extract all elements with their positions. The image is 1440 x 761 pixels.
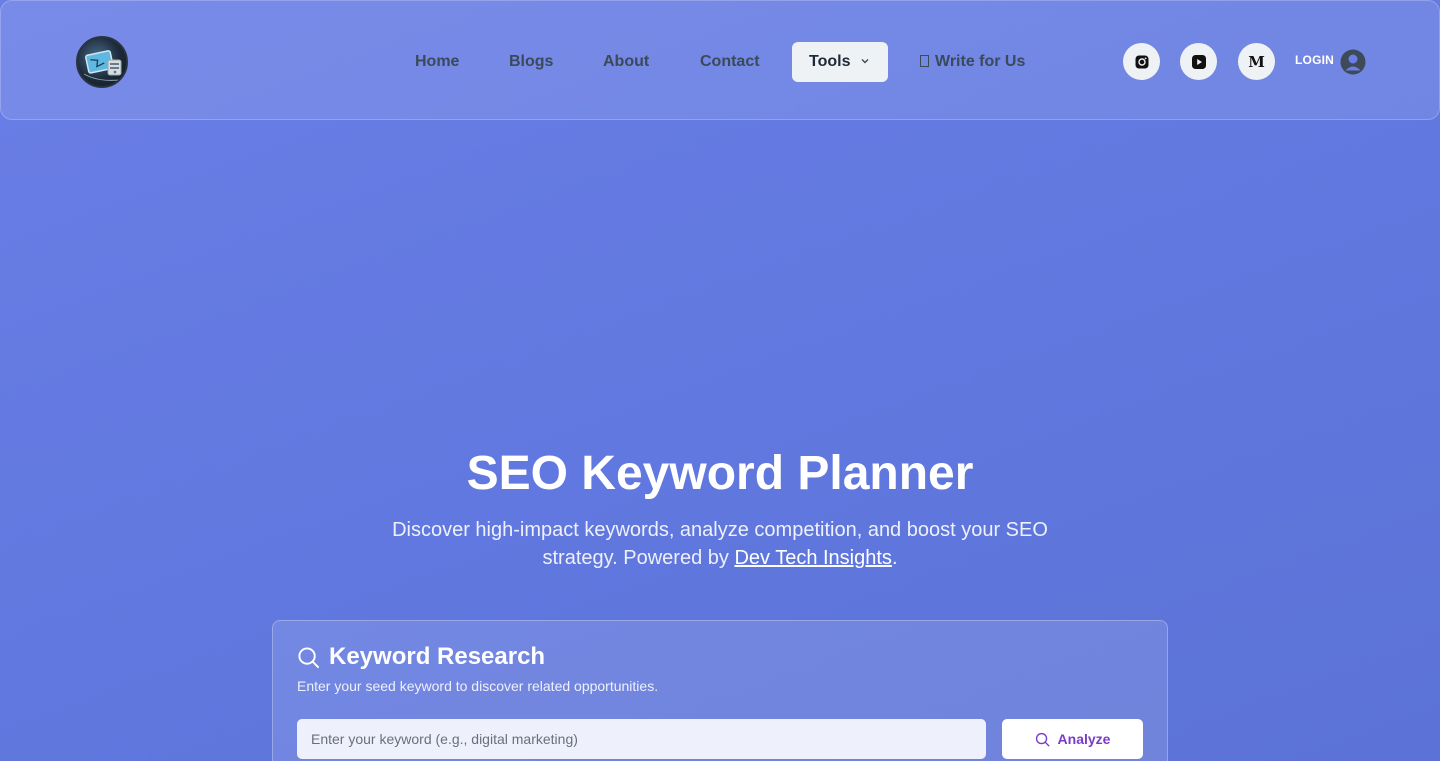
card-title: Keyword Research — [297, 643, 545, 671]
subtitle-period: . — [891, 547, 898, 569]
youtube-link[interactable] — [1180, 43, 1217, 80]
site-logo[interactable] — [76, 36, 128, 88]
medium-link[interactable]: M — [1238, 43, 1275, 80]
card-title-text: Keyword Research — [329, 643, 546, 670]
instagram-icon — [1135, 55, 1148, 68]
logo-image-icon — [83, 50, 122, 81]
nav-about[interactable]: About — [603, 42, 649, 82]
nav-home[interactable]: Home — [415, 42, 459, 82]
card-subtitle: Enter your seed keyword to discover rela… — [297, 678, 659, 694]
chevron-down-icon — [861, 42, 869, 82]
youtube-icon — [1191, 54, 1206, 69]
medium-icon: M — [1248, 52, 1265, 71]
nav-blogs[interactable]: Blogs — [509, 42, 553, 82]
nav-contact[interactable]: Contact — [700, 42, 760, 82]
instagram-link[interactable] — [1123, 43, 1160, 80]
subtitle-text: Discover high-impact keywords, analyze c… — [392, 519, 1048, 569]
analyze-button-label: Analyze — [1057, 731, 1111, 747]
page-title: SEO Keyword Planner — [466, 447, 974, 500]
page-subtitle: Discover high-impact keywords, analyze c… — [380, 516, 1060, 572]
dev-tech-insights-link[interactable]: Dev Tech Insights — [734, 547, 892, 569]
nav-tools-label: Tools — [809, 53, 851, 70]
site-header: Home Blogs About Contact Tools Write for… — [0, 0, 1440, 120]
search-icon — [1035, 732, 1049, 746]
pen-icon — [920, 55, 929, 67]
nav-write-for-us[interactable]: Write for Us — [920, 42, 1025, 82]
nav-tools-dropdown[interactable]: Tools — [792, 42, 888, 82]
nav-write-label: Write for Us — [935, 53, 1026, 70]
login-link[interactable]: LOGIN — [1295, 53, 1334, 67]
user-avatar-icon[interactable] — [1340, 49, 1366, 75]
analyze-button[interactable]: Analyze — [1002, 719, 1143, 759]
keyword-input[interactable] — [297, 719, 986, 759]
search-icon — [298, 646, 320, 668]
